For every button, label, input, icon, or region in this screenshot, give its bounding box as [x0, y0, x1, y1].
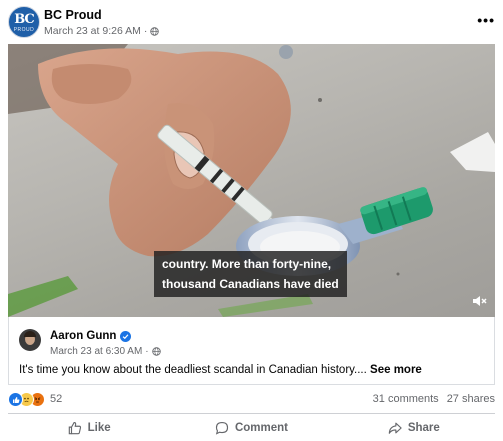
share-button[interactable]: Share [333, 416, 495, 440]
caption-line-1: country. More than forty-nine, [162, 257, 332, 271]
speaker-muted-icon[interactable] [471, 293, 487, 309]
like-label: Like [87, 422, 111, 434]
post-meta: March 23 at 9:26 AM · [44, 25, 160, 37]
shared-timestamp[interactable]: March 23 at 6:30 AM [50, 346, 142, 357]
more-options-button[interactable]: ••• [477, 12, 495, 28]
shared-meta-separator: · [145, 346, 149, 357]
like-reaction-icon [8, 392, 23, 407]
share-label: Share [407, 422, 440, 434]
share-arrow-icon [388, 422, 402, 434]
engagement-counts: 31 comments 27 shares [373, 393, 495, 405]
video-caption: country. More than forty-nine, thousand … [154, 251, 347, 297]
shares-count-link[interactable]: 27 shares [447, 393, 495, 405]
shared-author-name[interactable]: Aaron Gunn [50, 330, 132, 342]
shared-post-body: It's time you know about the deadliest s… [19, 364, 367, 376]
comment-button[interactable]: Comment [170, 416, 332, 440]
verified-badge-icon [120, 330, 132, 342]
avatar-logo-text: BC [14, 12, 35, 27]
globe-icon [151, 347, 161, 356]
post-actions: Like Comment Share [8, 416, 495, 440]
like-button[interactable]: Like [8, 416, 170, 440]
caption-line-2: thousand Canadians have died [162, 277, 339, 291]
comments-count-link[interactable]: 31 comments [373, 393, 439, 405]
comment-bubble-icon [215, 422, 229, 435]
video-player[interactable]: country. More than forty-nine, thousand … [8, 44, 495, 317]
avatar-hair [24, 331, 36, 337]
reaction-icons[interactable] [8, 392, 45, 407]
engagement-bar: 52 31 comments 27 shares [8, 392, 495, 408]
post-header: BC PROUD BC Proud March 23 at 9:26 AM · … [8, 6, 495, 40]
reaction-count[interactable]: 52 [50, 393, 62, 405]
facebook-post: BC PROUD BC Proud March 23 at 9:26 AM · … [0, 0, 503, 441]
page-avatar[interactable]: BC PROUD [8, 6, 40, 38]
shared-post-card[interactable]: Aaron Gunn March 23 at 6:30 AM · It's ti… [8, 317, 495, 385]
shared-post-text: It's time you know about the deadliest s… [19, 364, 422, 376]
shared-author-label: Aaron Gunn [50, 330, 117, 342]
shared-meta: March 23 at 6:30 AM · [50, 346, 161, 357]
meta-separator: · [143, 25, 148, 37]
post-timestamp[interactable]: March 23 at 9:26 AM [44, 25, 141, 37]
comment-label: Comment [234, 422, 288, 434]
thumbs-up-icon [68, 421, 81, 435]
divider [8, 413, 495, 414]
shared-author-avatar[interactable] [19, 329, 41, 351]
see-more-link[interactable]: See more [370, 364, 422, 376]
globe-icon[interactable] [150, 26, 160, 36]
avatar-logo-subtext: PROUD [13, 27, 35, 33]
page-name-link[interactable]: BC Proud [44, 8, 102, 22]
